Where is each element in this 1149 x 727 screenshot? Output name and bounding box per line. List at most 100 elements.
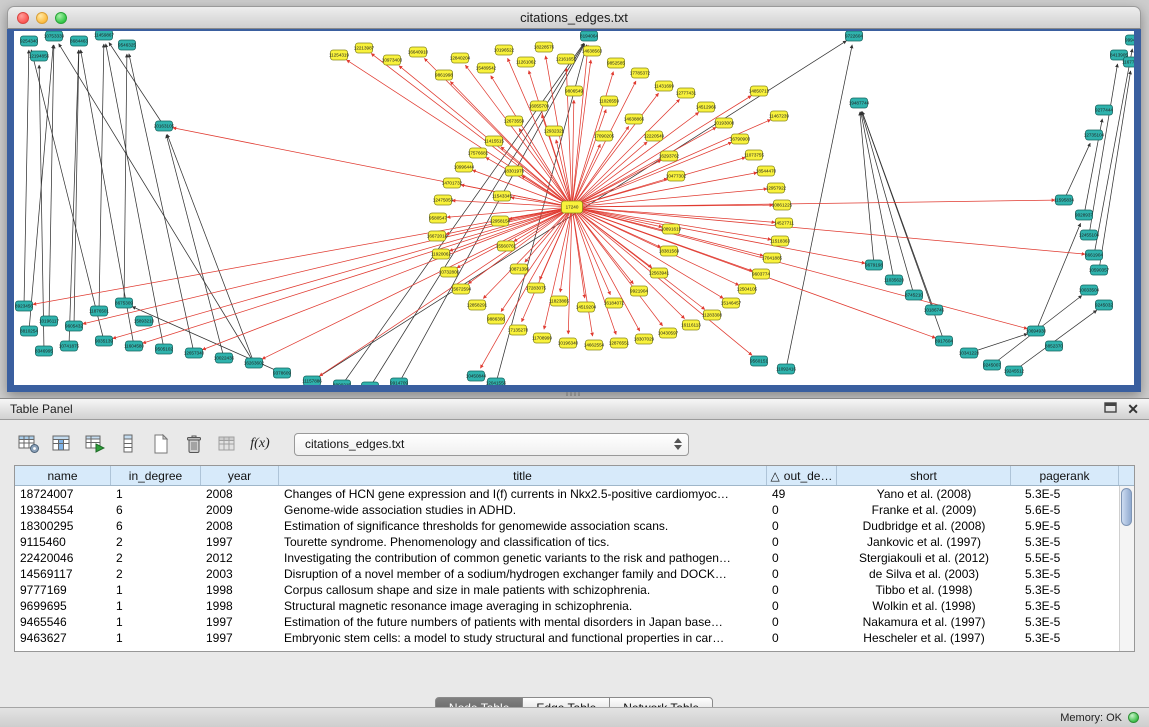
graph-node[interactable]: 12858291: [467, 300, 488, 310]
graph-node[interactable]: 10590357: [1089, 265, 1110, 275]
graph-node[interactable]: 12932321: [544, 126, 565, 136]
graph-node[interactable]: 10891619: [661, 224, 682, 234]
graph-node[interactable]: 11677062: [1122, 57, 1134, 67]
graph-node[interactable]: 14512966: [696, 102, 717, 112]
graph-node[interactable]: 8684463: [70, 36, 88, 46]
close-window-button[interactable]: [17, 12, 29, 24]
graph-node[interactable]: 10193008: [714, 118, 735, 128]
graph-node[interactable]: 9254340: [20, 36, 38, 46]
table-row[interactable]: 911546021997Tourette syndrome. Phenomeno…: [15, 534, 1134, 550]
graph-node[interactable]: 11708999: [532, 333, 553, 343]
graph-node[interactable]: 10973403: [382, 55, 403, 65]
create-new-table-button[interactable]: [146, 431, 176, 458]
graph-node[interactable]: 12220549: [644, 131, 665, 141]
graph-node[interactable]: 9505102: [155, 344, 173, 354]
graph-node[interactable]: 14850713: [749, 86, 770, 96]
graph-node[interactable]: 10741875: [59, 341, 80, 351]
graph-node[interactable]: 10186746: [924, 305, 945, 315]
graph-node[interactable]: 10196522: [494, 45, 515, 55]
graph-node[interactable]: 8675309: [115, 298, 133, 308]
graph-node[interactable]: 10753339: [44, 31, 65, 41]
graph-node[interactable]: 14701732: [442, 178, 463, 188]
graph-node[interactable]: 17240: [562, 201, 583, 213]
graph-node[interactable]: 10022436: [214, 353, 235, 363]
graph-node[interactable]: 10430597: [658, 328, 679, 338]
graph-node[interactable]: 12475053: [433, 195, 454, 205]
graph-node[interactable]: 14527711: [774, 218, 795, 228]
graph-node[interactable]: 11595834: [1054, 195, 1075, 205]
graph-node[interactable]: 18307029: [634, 334, 655, 344]
network-canvas[interactable]: 1724011254319122139871097340316640910986…: [14, 31, 1134, 385]
merge-tables-button[interactable]: [212, 431, 242, 458]
graph-node[interactable]: 16116113: [681, 320, 701, 330]
table-row[interactable]: 1938455462009Genome-wide association stu…: [15, 502, 1134, 518]
graph-node[interactable]: 12957922: [766, 183, 787, 193]
graph-node[interactable]: 12673559: [504, 116, 525, 126]
graph-node[interactable]: 10996444: [454, 162, 475, 172]
graph-node[interactable]: 8852370: [1045, 341, 1063, 351]
graph-node[interactable]: 14638866: [624, 114, 645, 124]
graph-node[interactable]: 15672594: [451, 284, 472, 294]
graph-node[interactable]: 11157886: [302, 376, 322, 385]
delete-table-button[interactable]: [179, 431, 209, 458]
graph-node[interactable]: 17135278: [508, 325, 529, 335]
graph-node[interactable]: 12194856: [29, 51, 50, 61]
graph-node[interactable]: 9605432: [65, 321, 83, 331]
graph-node[interactable]: 12161655: [556, 54, 577, 64]
graph-node[interactable]: 16293762: [659, 151, 680, 161]
graph-node[interactable]: 9028937: [1075, 210, 1093, 220]
graph-node[interactable]: 12735104: [1084, 130, 1105, 140]
graph-node[interactable]: 16184072: [604, 298, 625, 308]
graph-node[interactable]: 18544470: [756, 166, 777, 176]
graph-node[interactable]: 17090205: [594, 131, 615, 141]
panel-splitter-grip[interactable]: [566, 392, 582, 396]
graph-node[interactable]: 8990215: [333, 380, 351, 385]
graph-node[interactable]: 18301976: [504, 166, 525, 176]
graph-node[interactable]: 18228576: [534, 42, 555, 52]
graph-node[interactable]: 14662554: [584, 340, 605, 350]
graph-node[interactable]: 11823865: [549, 296, 570, 306]
graph-node[interactable]: 11431699: [654, 81, 675, 91]
table-row[interactable]: 1872400712008Changes of HCN gene express…: [15, 486, 1134, 502]
graph-node[interactable]: 11604580: [124, 341, 145, 351]
column-header-out_de[interactable]: △out_de…: [767, 466, 837, 485]
column-header-pagerank[interactable]: pagerank: [1011, 466, 1119, 485]
graph-node[interactable]: 10196340: [558, 338, 579, 348]
graph-node[interactable]: 17785372: [630, 68, 651, 78]
graph-node[interactable]: 12657340: [184, 348, 205, 358]
row-operations-button[interactable]: [113, 431, 143, 458]
graph-node[interactable]: 11518363: [770, 236, 791, 246]
graph-node[interactable]: 10196117: [39, 316, 60, 326]
graph-node[interactable]: 9722604: [845, 31, 863, 41]
select-columns-button[interactable]: [47, 431, 77, 458]
graph-node[interactable]: 9679198: [865, 260, 883, 270]
column-header-in_degree[interactable]: in_degree: [111, 466, 201, 485]
table-row[interactable]: 1456911722003Disruption of a novel membe…: [15, 566, 1134, 582]
graph-node[interactable]: 11283308: [702, 310, 723, 320]
graph-node[interactable]: 11459867: [94, 31, 115, 40]
graph-node[interactable]: 17576681: [468, 148, 489, 158]
table-row[interactable]: 946554611997Estimation of the future num…: [15, 614, 1134, 630]
graph-node[interactable]: 12504105: [737, 284, 758, 294]
graph-node[interactable]: 9994260: [1125, 35, 1134, 45]
graph-node[interactable]: 11026559: [599, 96, 620, 106]
graph-node[interactable]: 11254319: [329, 50, 350, 60]
graph-node[interactable]: 12213987: [354, 43, 375, 53]
graph-node[interactable]: 15489542: [476, 63, 497, 73]
graph-node[interactable]: 10477302: [666, 171, 687, 181]
graph-node[interactable]: 8661904: [1085, 250, 1103, 260]
table-selector-dropdown[interactable]: citations_edges.txt: [294, 433, 689, 456]
graph-node[interactable]: 9277444: [1095, 105, 1113, 115]
graph-node[interactable]: 17283075: [526, 283, 547, 293]
graph-node[interactable]: 9378609: [273, 368, 291, 378]
import-table-button[interactable]: [80, 431, 110, 458]
graph-node[interactable]: 10732806: [439, 267, 460, 277]
graph-node[interactable]: 11467239: [769, 111, 790, 121]
graph-node[interactable]: 8194064: [580, 31, 598, 41]
graph-node[interactable]: 10341228: [959, 348, 980, 358]
graph-node[interactable]: 9546325: [118, 40, 136, 50]
column-header-year[interactable]: year: [201, 466, 279, 485]
graph-node[interactable]: 11876501: [89, 306, 110, 316]
graph-node[interactable]: 16640910: [408, 47, 429, 57]
table-row[interactable]: 977716911998Corpus callosum shape and si…: [15, 582, 1134, 598]
